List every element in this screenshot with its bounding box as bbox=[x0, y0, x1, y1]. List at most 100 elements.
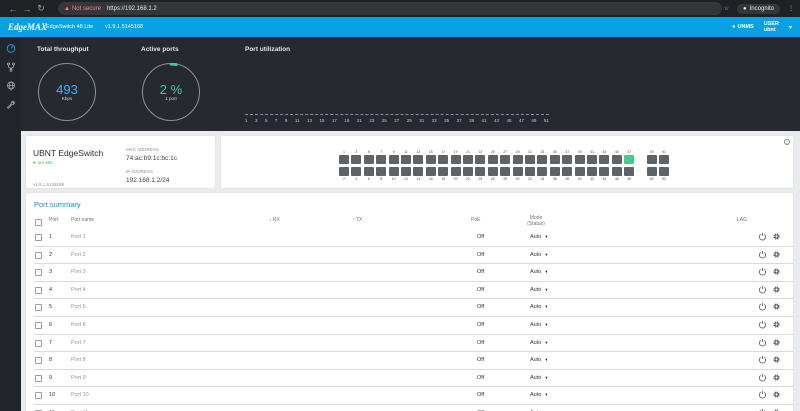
info-icon[interactable]: i bbox=[784, 139, 790, 145]
port-name[interactable]: Port 3 bbox=[71, 269, 86, 275]
restart-port-icon[interactable] bbox=[758, 285, 767, 294]
user-dropdown-icon[interactable]: ▾ bbox=[789, 24, 792, 31]
unms-button[interactable]: ● UNMS bbox=[732, 24, 754, 30]
port-5-indicator[interactable] bbox=[363, 155, 374, 164]
dashboard-gauge-icon[interactable] bbox=[4, 41, 17, 54]
vlan-fork-icon[interactable] bbox=[4, 60, 17, 73]
row-checkbox[interactable] bbox=[35, 392, 42, 400]
port-46-indicator[interactable] bbox=[611, 167, 622, 176]
port-24-indicator[interactable] bbox=[475, 167, 486, 176]
port-settings-gear-icon[interactable] bbox=[772, 285, 781, 294]
mode-select[interactable]: Auto ▼ bbox=[530, 252, 548, 258]
mode-select[interactable]: Auto ▼ bbox=[530, 287, 548, 293]
port-name[interactable]: Port 4 bbox=[71, 287, 86, 293]
port-23-indicator[interactable] bbox=[475, 155, 486, 164]
edgemax-logo[interactable]: EdgeMAX bbox=[0, 22, 47, 32]
wrench-icon[interactable] bbox=[4, 98, 17, 111]
port-settings-gear-icon[interactable] bbox=[772, 232, 781, 241]
row-checkbox[interactable] bbox=[35, 374, 42, 382]
port-14-indicator[interactable] bbox=[413, 167, 424, 176]
restart-port-icon[interactable] bbox=[758, 250, 767, 259]
forward-icon[interactable]: → bbox=[20, 4, 34, 14]
port-29-indicator[interactable] bbox=[512, 155, 523, 164]
port-25-indicator[interactable] bbox=[487, 155, 498, 164]
port-6-indicator[interactable] bbox=[363, 167, 374, 176]
row-checkbox[interactable] bbox=[35, 357, 42, 365]
address-bar[interactable]: ▲ Not secure https://192.168.1.2 bbox=[58, 2, 722, 15]
table-row[interactable]: 6 Port 6 Off Auto ▼ bbox=[34, 317, 793, 335]
port-settings-gear-icon[interactable] bbox=[772, 267, 781, 276]
browser-menu-icon[interactable]: ⋮ bbox=[788, 5, 794, 12]
col-tx[interactable]: ↑ TX bbox=[352, 217, 362, 223]
port-name[interactable]: Port 8 bbox=[71, 357, 86, 363]
mode-select[interactable]: Auto ▼ bbox=[530, 392, 548, 398]
port-51-indicator[interactable] bbox=[659, 155, 669, 164]
mode-select[interactable]: Auto ▼ bbox=[530, 357, 548, 363]
port-35-indicator[interactable] bbox=[549, 155, 560, 164]
restart-port-icon[interactable] bbox=[758, 373, 767, 382]
col-port-name[interactable]: Port name bbox=[71, 217, 94, 223]
col-poe[interactable]: PoE bbox=[471, 217, 480, 223]
incognito-badge[interactable]: ● Incognito bbox=[737, 3, 780, 14]
url-text[interactable]: https://192.168.1.2 bbox=[107, 6, 157, 12]
port-42-indicator[interactable] bbox=[587, 167, 597, 176]
port-50-indicator[interactable] bbox=[646, 167, 657, 176]
port-40-indicator[interactable] bbox=[574, 167, 585, 176]
table-row[interactable]: 10 Port 10 Off Auto ▼ bbox=[34, 387, 793, 405]
port-48-indicator[interactable] bbox=[624, 167, 635, 176]
port-9-indicator[interactable] bbox=[388, 155, 399, 164]
port-21-indicator[interactable] bbox=[463, 155, 473, 164]
port-20-indicator[interactable] bbox=[450, 167, 461, 176]
port-15-indicator[interactable] bbox=[425, 155, 436, 164]
row-checkbox[interactable] bbox=[35, 322, 42, 329]
table-row[interactable]: 5 Port 5 Off Auto ▼ bbox=[34, 299, 793, 317]
col-mode[interactable]: Mode (Status) bbox=[521, 215, 551, 227]
port-name[interactable]: Port 2 bbox=[71, 252, 86, 258]
port-16-indicator[interactable] bbox=[425, 167, 436, 176]
table-row[interactable]: 8 Port 8 Off Auto ▼ bbox=[34, 352, 793, 370]
port-name[interactable]: Port 7 bbox=[71, 340, 86, 346]
port-settings-gear-icon[interactable] bbox=[772, 355, 781, 364]
mode-select[interactable]: Auto ▼ bbox=[530, 340, 548, 346]
mode-select[interactable]: Auto ▼ bbox=[530, 234, 548, 240]
port-52-indicator[interactable] bbox=[659, 167, 669, 176]
table-row[interactable]: 4 Port 4 Off Auto ▼ bbox=[34, 282, 793, 300]
port-34-indicator[interactable] bbox=[537, 167, 548, 176]
port-name[interactable]: Port 1 bbox=[71, 234, 86, 240]
port-22-indicator[interactable] bbox=[463, 167, 473, 176]
port-18-indicator[interactable] bbox=[438, 167, 449, 176]
port-settings-gear-icon[interactable] bbox=[772, 390, 781, 399]
port-2-indicator[interactable] bbox=[339, 167, 349, 176]
row-checkbox[interactable] bbox=[35, 251, 42, 259]
restart-port-icon[interactable] bbox=[758, 390, 767, 399]
port-47-indicator[interactable] bbox=[624, 155, 635, 164]
user-menu[interactable]: USER ubnt bbox=[764, 21, 779, 33]
table-row[interactable]: 9 Port 9 Off Auto ▼ bbox=[34, 370, 793, 388]
not-secure-badge[interactable]: ▲ Not secure bbox=[64, 6, 101, 12]
mode-select[interactable]: Auto ▼ bbox=[530, 269, 548, 275]
globe-icon[interactable] bbox=[4, 79, 17, 92]
port-37-indicator[interactable] bbox=[562, 155, 573, 164]
port-settings-gear-icon[interactable] bbox=[772, 320, 781, 329]
reload-icon[interactable]: ↻ bbox=[34, 3, 48, 14]
port-settings-gear-icon[interactable] bbox=[772, 250, 781, 259]
port-17-indicator[interactable] bbox=[438, 155, 449, 164]
port-7-indicator[interactable] bbox=[376, 155, 387, 164]
port-43-indicator[interactable] bbox=[599, 155, 610, 164]
port-settings-gear-icon[interactable] bbox=[772, 373, 781, 382]
row-checkbox[interactable] bbox=[35, 286, 42, 294]
port-1-indicator[interactable] bbox=[339, 155, 349, 164]
row-checkbox[interactable] bbox=[35, 234, 42, 241]
port-12-indicator[interactable] bbox=[401, 167, 411, 176]
port-26-indicator[interactable] bbox=[487, 167, 498, 176]
row-checkbox[interactable] bbox=[35, 304, 42, 312]
port-13-indicator[interactable] bbox=[413, 155, 424, 164]
col-lag[interactable]: LAG bbox=[737, 217, 747, 223]
port-8-indicator[interactable] bbox=[376, 167, 387, 176]
port-36-indicator[interactable] bbox=[549, 167, 560, 176]
table-row[interactable]: 11 Port 11 Off Auto ▼ bbox=[34, 405, 793, 411]
port-39-indicator[interactable] bbox=[574, 155, 585, 164]
port-28-indicator[interactable] bbox=[500, 167, 511, 176]
mode-select[interactable]: Auto ▼ bbox=[530, 304, 548, 310]
port-44-indicator[interactable] bbox=[599, 167, 610, 176]
